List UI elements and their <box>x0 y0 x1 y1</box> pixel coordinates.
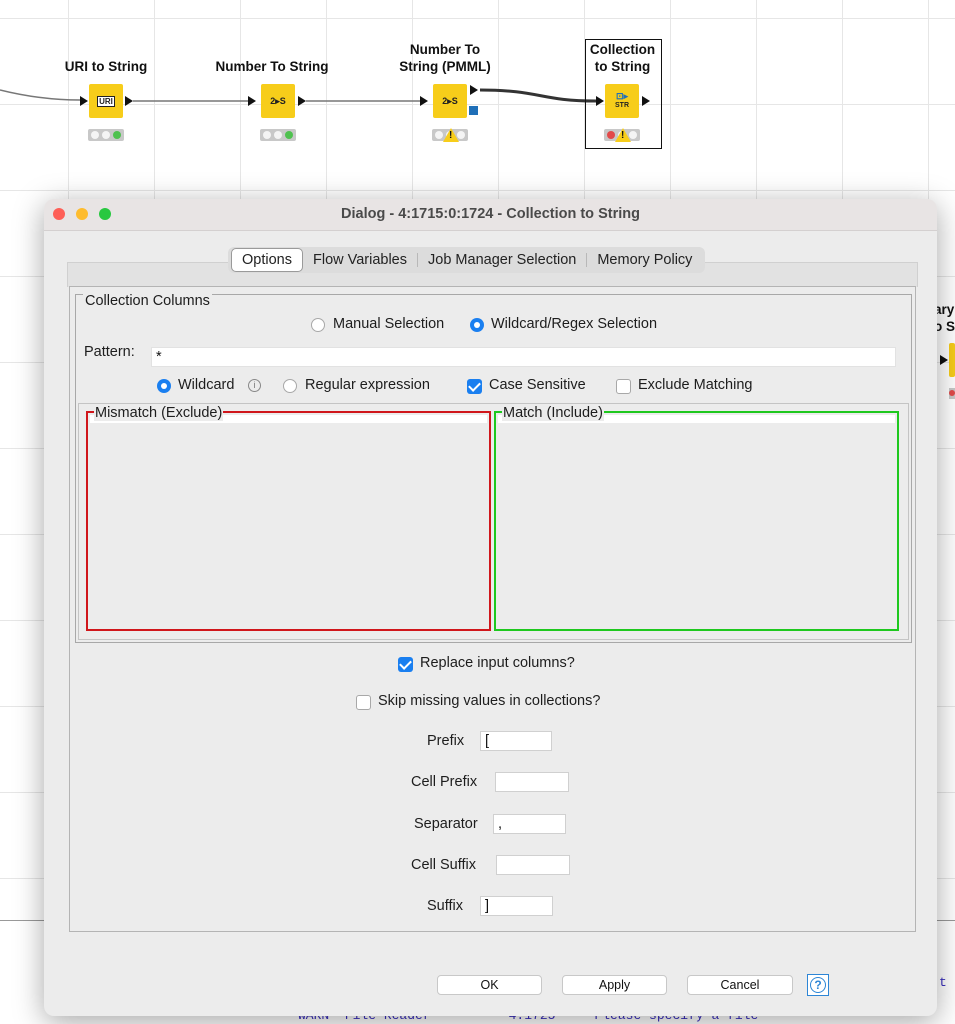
warning-mark: ! <box>449 130 453 141</box>
mismatch-exclude-list[interactable]: Mismatch (Exclude) <box>86 405 491 631</box>
partial-node-icon[interactable] <box>949 343 955 377</box>
cell-suffix-input[interactable] <box>496 855 570 875</box>
collection-columns-group: Collection Columns Manual Selection Wild… <box>75 293 912 643</box>
output-port[interactable] <box>470 85 478 95</box>
number-to-string-icon[interactable]: 2▸S <box>261 84 295 118</box>
cell-prefix-input[interactable] <box>495 772 569 792</box>
node-status-lights <box>88 129 124 141</box>
info-icon[interactable]: i <box>248 379 261 392</box>
console-edge-text: t <box>939 975 947 990</box>
input-port[interactable] <box>248 96 256 106</box>
regular-expression-radio[interactable] <box>283 379 297 393</box>
collection-columns-title: Collection Columns <box>83 293 212 309</box>
pmml-output-port[interactable] <box>469 106 478 115</box>
exclude-matching-label[interactable]: Exclude Matching <box>638 377 752 393</box>
manual-selection-radio[interactable] <box>311 318 325 332</box>
options-panel: Collection Columns Manual Selection Wild… <box>69 286 916 932</box>
cell-prefix-label: Cell Prefix <box>411 774 478 790</box>
partial-node-title: ary o S <box>934 302 955 334</box>
wildcard-regex-selection-label[interactable]: Wildcard/Regex Selection <box>491 316 657 332</box>
regular-expression-label[interactable]: Regular expression <box>305 377 430 393</box>
dialog-titlebar[interactable]: Dialog - 4:1715:0:1724 - Collection to S… <box>44 199 937 231</box>
suffix-label: Suffix <box>427 898 464 914</box>
separator-input[interactable]: , <box>493 814 566 834</box>
suffix-input[interactable]: ] <box>480 896 553 916</box>
cancel-button[interactable]: Cancel <box>687 975 793 995</box>
input-port[interactable] <box>420 96 428 106</box>
wildcard-label[interactable]: Wildcard <box>178 377 234 393</box>
output-port[interactable] <box>642 96 650 106</box>
uri-to-string-icon[interactable]: URI <box>89 84 123 118</box>
input-port[interactable] <box>940 355 948 365</box>
ok-button[interactable]: OK <box>437 975 542 995</box>
number-to-string-pmml-icon[interactable]: 2▸S <box>433 84 467 118</box>
prefix-input[interactable]: [ <box>480 731 552 751</box>
workflow-connections <box>0 88 597 103</box>
apply-button[interactable]: Apply <box>562 975 667 995</box>
collection-to-string-icon[interactable]: ⊡▸ STR <box>605 84 639 118</box>
tab-flow-variables[interactable]: Flow Variables <box>303 249 417 271</box>
output-port[interactable] <box>125 96 133 106</box>
warning-mark: ! <box>621 130 625 141</box>
mismatch-exclude-title: Mismatch (Exclude) <box>94 405 224 421</box>
separator-label: Separator <box>414 816 478 832</box>
skip-missing-values-label[interactable]: Skip missing values in collections? <box>378 693 600 709</box>
case-sensitive-label[interactable]: Case Sensitive <box>489 377 586 393</box>
node-status-lights <box>260 129 296 141</box>
dialog-title: Dialog - 4:1715:0:1724 - Collection to S… <box>341 206 640 222</box>
node-title-number-to-string: Number To String <box>215 59 329 74</box>
replace-input-columns-label[interactable]: Replace input columns? <box>420 655 575 671</box>
help-icon: ? <box>810 977 826 993</box>
replace-input-columns-checkbox[interactable] <box>398 657 413 672</box>
collection-to-string-dialog: Dialog - 4:1715:0:1724 - Collection to S… <box>44 199 937 1016</box>
wildcard-radio[interactable] <box>157 379 171 393</box>
match-include-list[interactable]: Match (Include) <box>494 405 899 631</box>
node-title-number-to-string-pmml: Number To String (PMML) <box>399 42 491 74</box>
tab-memory-policy[interactable]: Memory Policy <box>587 249 702 271</box>
node-title-uri-to-string: URI to String <box>64 59 148 74</box>
output-port[interactable] <box>298 96 306 106</box>
node-title-collection-to-string: Collection to String <box>589 42 656 74</box>
pattern-input[interactable]: * <box>151 347 896 367</box>
tab-job-manager-selection[interactable]: Job Manager Selection <box>418 249 586 271</box>
match-include-title: Match (Include) <box>502 405 604 421</box>
tab-bar: Options Flow Variables Job Manager Selec… <box>228 247 706 273</box>
cell-suffix-label: Cell Suffix <box>411 857 477 873</box>
case-sensitive-checkbox[interactable] <box>467 379 482 394</box>
prefix-label: Prefix <box>427 733 465 749</box>
input-port[interactable] <box>596 96 604 106</box>
tab-options[interactable]: Options <box>231 248 303 272</box>
manual-selection-label[interactable]: Manual Selection <box>333 316 444 332</box>
skip-missing-values-checkbox[interactable] <box>356 695 371 710</box>
input-port[interactable] <box>80 96 88 106</box>
help-button[interactable]: ? <box>807 974 829 996</box>
wildcard-regex-selection-radio[interactable] <box>470 318 484 332</box>
exclude-matching-checkbox[interactable] <box>616 379 631 394</box>
partial-node-status-lights <box>949 388 955 399</box>
pattern-label: Pattern: <box>84 344 135 360</box>
